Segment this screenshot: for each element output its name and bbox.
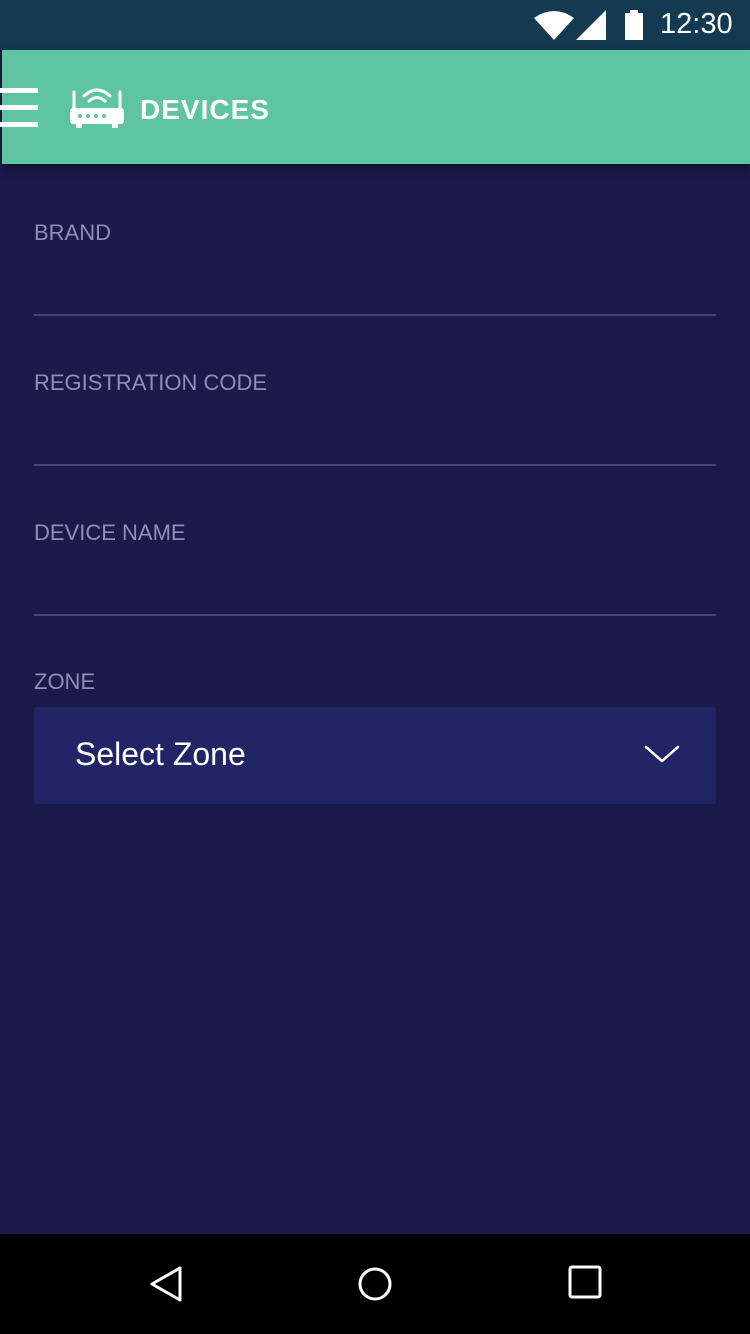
status-bar: 12:30 — [0, 0, 750, 50]
zone-select-value: Select Zone — [75, 736, 246, 772]
battery-icon — [624, 10, 644, 45]
zone-select[interactable]: Select Zone — [34, 707, 716, 804]
registration-code-input[interactable] — [34, 410, 716, 466]
signal-icon — [576, 10, 606, 45]
recents-icon[interactable] — [568, 1265, 604, 1306]
registration-code-label: REGISTRATION CODE — [34, 370, 268, 395]
chevron-down-icon — [644, 745, 680, 770]
home-icon[interactable] — [357, 1264, 393, 1309]
device-name-input[interactable] — [34, 560, 716, 616]
brand-label: BRAND — [34, 220, 112, 245]
status-clock: 12:30 — [660, 8, 733, 40]
brand-input[interactable] — [34, 260, 716, 316]
app-header: DEVICES — [0, 50, 750, 164]
device-registration-screen: 12:30 DEVICES BRAND REGISTRATION CODE DE… — [0, 0, 750, 1334]
menu-icon[interactable] — [0, 88, 40, 133]
router-icon — [68, 86, 126, 135]
wifi-icon — [534, 10, 574, 45]
device-name-label: DEVICE NAME — [34, 520, 186, 545]
page-title: DEVICES — [140, 94, 270, 125]
zone-label: ZONE — [34, 669, 96, 694]
back-icon[interactable] — [148, 1264, 184, 1309]
navigation-bar — [0, 1234, 750, 1334]
